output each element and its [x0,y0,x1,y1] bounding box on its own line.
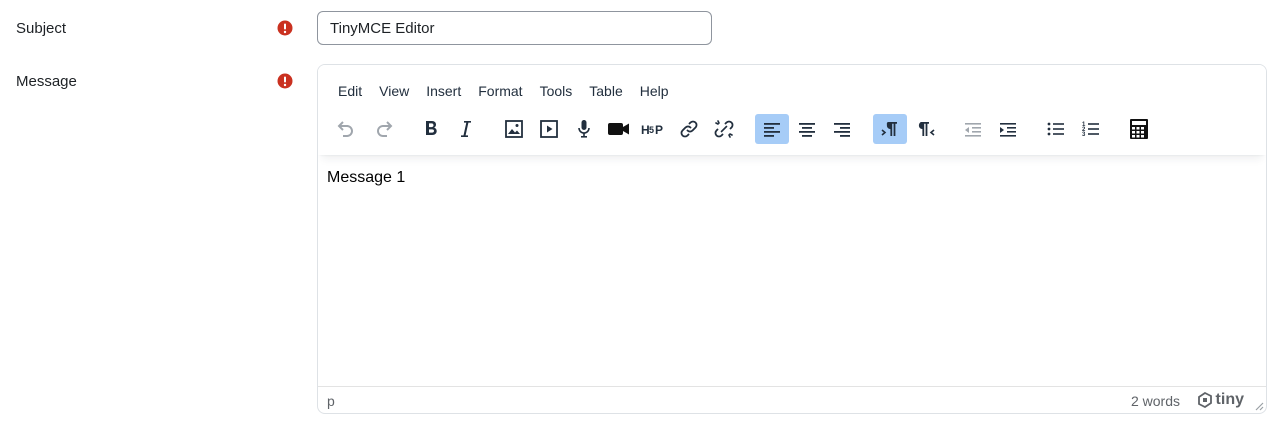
status-bar: p 2 words tiny [318,386,1266,413]
bullet-list-icon [1047,122,1064,136]
align-center-button[interactable] [790,114,824,144]
bold-button[interactable] [414,114,448,144]
word-count[interactable]: 2 words [1131,393,1180,409]
redo-icon [377,121,393,137]
undo-button[interactable] [330,114,364,144]
subject-label: Subject [16,20,67,37]
svg-text:3: 3 [1082,132,1086,138]
bullet-list-button[interactable] [1039,114,1073,144]
tiny-brand-link[interactable]: tiny [1197,391,1244,409]
ltr-icon [881,122,897,136]
menu-insert[interactable]: Insert [418,79,469,103]
outdent-button[interactable] [956,114,990,144]
menu-view[interactable]: View [371,79,417,103]
image-button[interactable] [497,114,531,144]
svg-text:5: 5 [649,125,654,135]
menu-tools[interactable]: Tools [532,79,581,103]
align-right-button[interactable] [825,114,859,144]
editor-content[interactable]: Message 1 [327,169,405,187]
numbered-list-button[interactable]: 1 2 3 [1074,114,1108,144]
align-left-icon [764,123,780,137]
h5p-icon: H 5 P [641,123,663,137]
undo-icon [337,121,353,137]
record-video-button[interactable] [602,114,636,144]
message-label: Message [16,73,77,90]
menubar: Edit View Insert Format Tools Table Help [330,79,678,103]
italic-icon [461,121,471,137]
record-audio-icon [578,120,590,138]
required-icon [277,20,293,36]
menu-table[interactable]: Table [581,79,630,103]
menu-help[interactable]: Help [632,79,677,103]
indent-button[interactable] [991,114,1025,144]
equation-icon [1130,119,1148,139]
menu-edit[interactable]: Edit [330,79,370,103]
redo-button[interactable] [366,114,400,144]
h5p-button[interactable]: H 5 P [637,114,671,144]
align-right-icon [834,123,850,137]
unlink-button[interactable] [707,114,741,144]
ltr-button[interactable] [873,114,907,144]
align-center-icon [799,123,815,137]
numbered-list-icon: 1 2 3 [1082,122,1099,138]
equation-button[interactable] [1122,114,1156,144]
bold-icon [426,121,437,135]
record-video-icon [608,123,629,135]
menu-format[interactable]: Format [470,79,530,103]
required-icon [277,73,293,89]
unlink-icon [714,120,734,138]
resize-handle-icon[interactable] [1254,401,1264,411]
rtl-button[interactable] [908,114,942,144]
media-button[interactable] [532,114,566,144]
editor-header: Edit View Insert Format Tools Table Help [318,65,1266,155]
tiny-logo-icon [1197,392,1212,408]
rich-text-editor: Edit View Insert Format Tools Table Help [317,64,1267,414]
element-path[interactable]: p [327,393,335,409]
record-audio-button[interactable] [567,114,601,144]
outdent-icon [965,123,981,137]
rtl-icon [918,122,935,136]
italic-button[interactable] [449,114,483,144]
subject-input[interactable] [317,11,712,45]
link-button[interactable] [672,114,706,144]
link-icon [680,120,698,138]
tiny-brand-text: tiny [1215,391,1244,408]
align-left-button[interactable] [755,114,789,144]
indent-icon [1000,123,1016,137]
svg-text:P: P [655,123,663,137]
media-icon [540,120,558,138]
image-icon [505,120,523,138]
